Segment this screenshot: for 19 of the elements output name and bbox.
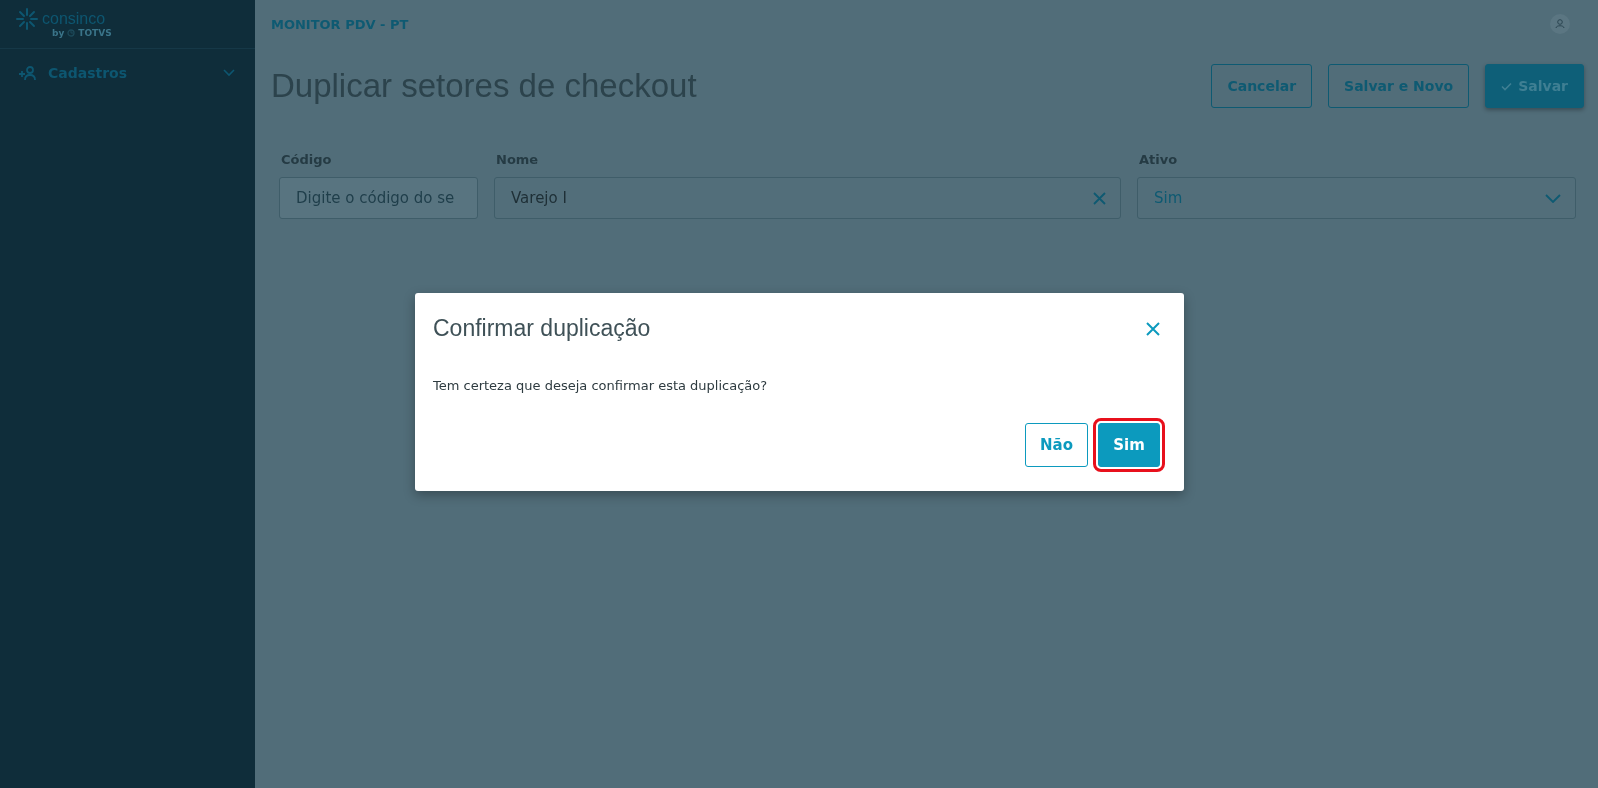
chevron-icon (223, 69, 235, 77)
clear-icon[interactable] (1093, 191, 1106, 205)
action-button[interactable]: Salvar e Novo (1328, 64, 1470, 108)
user-avatar-icon[interactable] (1550, 14, 1570, 34)
input-field[interactable]: Varejo I (494, 177, 1121, 219)
action-button[interactable]: Cancelar (1211, 64, 1313, 108)
logo-brand: TOTVS (78, 28, 112, 38)
app-title: MONITOR PDV - PT (271, 16, 409, 32)
starburst-logo-icon (16, 8, 38, 30)
close-icon[interactable] (1146, 321, 1160, 336)
clock-icon (67, 29, 76, 37)
chevron-down-icon (1545, 193, 1561, 203)
dialog-message: Tem certeza que deseja confirmar esta duplicação? (433, 378, 769, 393)
select-field[interactable]: Sim (1137, 177, 1576, 219)
logo-byline: by (52, 28, 65, 38)
add-user-icon (18, 66, 36, 80)
dialog-title: Confirmar duplicação (433, 315, 651, 342)
dialog-button[interactable]: Não (1025, 423, 1088, 467)
check-icon (1501, 81, 1513, 91)
